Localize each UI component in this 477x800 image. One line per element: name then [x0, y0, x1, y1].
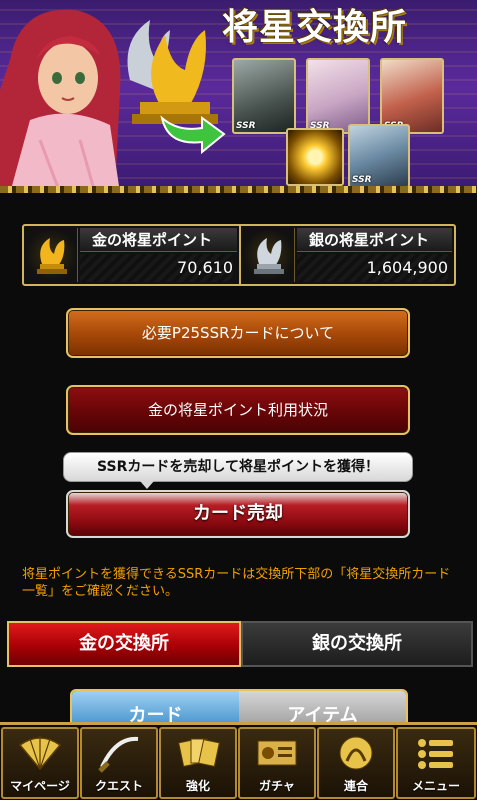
alliance-icon: [339, 736, 373, 770]
silver-points-value: 1,604,900: [297, 254, 448, 282]
nav-alliance[interactable]: 連合: [317, 727, 395, 799]
gacha-scroll-icon: [257, 740, 297, 766]
nav-gacha[interactable]: ガチャ: [238, 727, 316, 799]
sell-card-button[interactable]: カード売却: [66, 490, 410, 538]
fan-icon: [18, 736, 62, 771]
tab-gold-exchange[interactable]: 金の交換所: [7, 621, 241, 667]
gold-points-label: 金の将星ポイント: [80, 228, 237, 252]
nav-gacha-label: ガチャ: [259, 779, 295, 793]
gold-points: 金の将星ポイント 70,610: [24, 226, 239, 284]
ssr-card-thumbnail: SSR: [380, 58, 444, 134]
silver-phoenix-statue-icon: [243, 228, 295, 282]
ssr-card-thumbnail: SSR: [348, 124, 410, 188]
sword-icon: [98, 736, 139, 773]
nav-enhance[interactable]: 強化: [159, 727, 237, 799]
p25-ssr-info-button[interactable]: 必要P25SSRカードについて: [66, 308, 410, 358]
bottom-nav: マイページ クエスト 強化 ガチャ 連合 メニュー: [0, 722, 477, 800]
nav-menu[interactable]: メニュー: [396, 727, 476, 799]
gold-phoenix-statue-icon: [26, 228, 78, 282]
nav-enhance-label: 強化: [185, 779, 210, 793]
cards-icon: [178, 738, 220, 767]
tab-silver-exchange[interactable]: 銀の交換所: [241, 621, 473, 667]
nav-mypage-label: マイページ: [10, 779, 70, 793]
exchange-arrow-icon: [160, 115, 226, 155]
silver-points-label: 銀の将星ポイント: [297, 228, 452, 252]
menu-list-icon: [418, 739, 453, 769]
golden-orb-card: [286, 128, 344, 186]
nav-menu-label: メニュー: [411, 779, 460, 793]
points-panel: 金の将星ポイント 70,610 銀の将星ポイント 1,604,900: [22, 224, 456, 286]
silver-points: 銀の将星ポイント 1,604,900: [241, 226, 454, 284]
nav-quest[interactable]: クエスト: [80, 727, 158, 799]
gold-points-value: 70,610: [80, 254, 233, 282]
exchange-banner: SSR SSR SSR SSR 将星交換所: [0, 0, 477, 193]
nav-mypage[interactable]: マイページ: [1, 727, 79, 799]
nav-quest-label: クエスト: [94, 779, 143, 793]
banner-divider: [0, 186, 477, 193]
exchange-notice: 将星ポイントを獲得できるSSRカードは交換所下部の「将星交換所カード一覧」をご確…: [22, 567, 451, 599]
ssr-badge: SSR: [352, 175, 372, 185]
ssr-card-thumbnail: SSR: [232, 58, 296, 134]
sell-tip-bubble: SSRカードを売却して将星ポイントを獲得！: [63, 452, 413, 489]
gold-points-usage-button[interactable]: 金の将星ポイント利用状況: [66, 385, 410, 435]
page-title: 将星交換所: [222, 6, 408, 48]
nav-alliance-label: 連合: [343, 779, 368, 793]
ssr-badge: SSR: [236, 121, 256, 131]
ssr-card-thumbnail: SSR: [306, 58, 370, 134]
